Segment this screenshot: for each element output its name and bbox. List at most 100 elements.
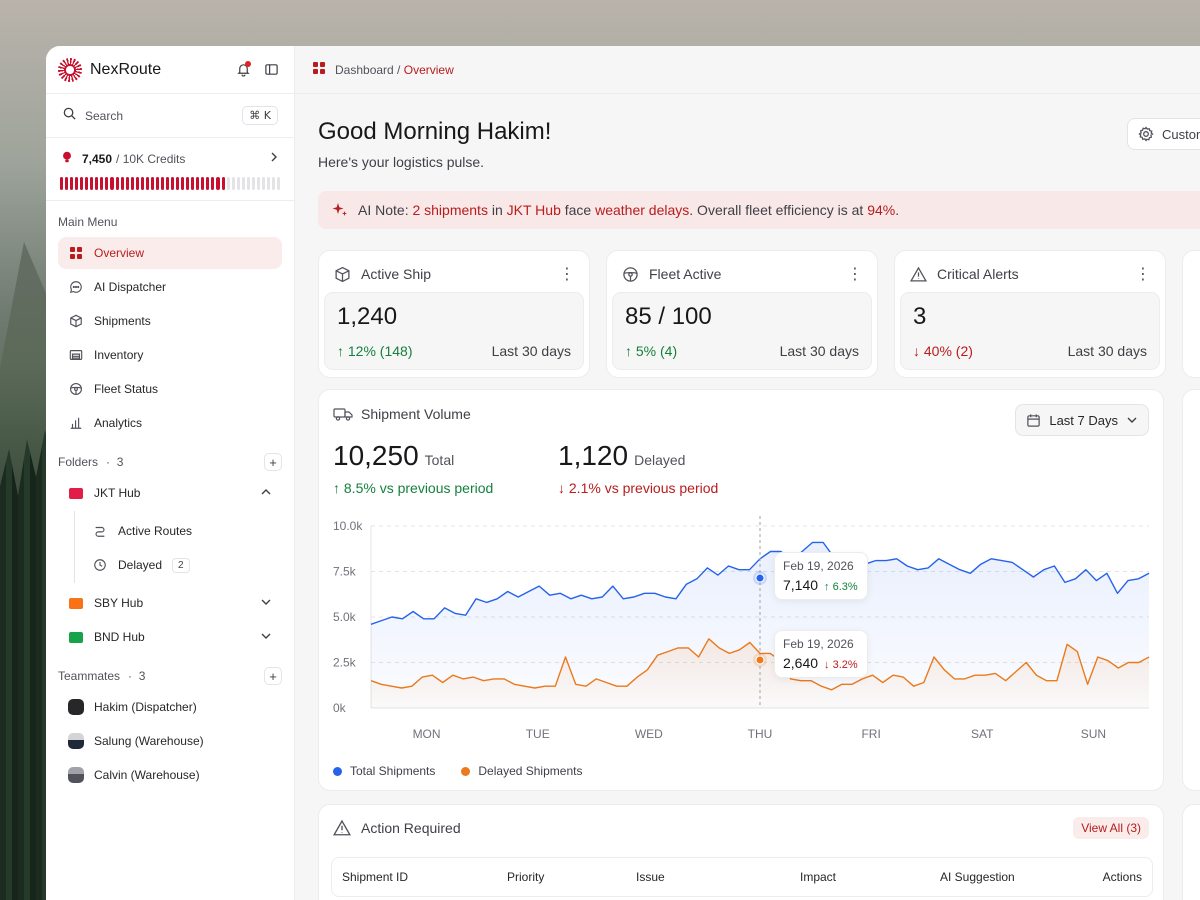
shipment-volume-chart[interactable]: 10.0k 7.5k 5.0k 2.5k 0k MON TUE WED THU FRI SAT SUN bbox=[319, 510, 1165, 760]
chat-icon bbox=[68, 279, 84, 295]
legend-item-delayed[interactable]: Delayed Shipments bbox=[461, 764, 582, 778]
search-icon bbox=[62, 106, 77, 126]
more-vertical-icon[interactable]: ⋮ bbox=[559, 264, 575, 284]
credit-segment bbox=[271, 177, 276, 190]
bell-icon[interactable] bbox=[232, 59, 254, 81]
breadcrumb: Dashboard / Overview bbox=[335, 62, 454, 77]
nav-label: Fleet Status bbox=[94, 382, 159, 396]
y-tick-label: 0k bbox=[333, 701, 347, 715]
credit-segment bbox=[261, 177, 265, 190]
warning-icon bbox=[333, 819, 351, 837]
search-shortcut: ⌘ K bbox=[242, 106, 278, 125]
folder-icon bbox=[68, 595, 84, 611]
chevron-up-icon[interactable] bbox=[260, 486, 272, 501]
chevron-down-icon[interactable] bbox=[260, 630, 272, 645]
y-tick-label: 2.5k bbox=[333, 656, 357, 670]
column-header[interactable]: Shipment ID bbox=[342, 870, 408, 884]
x-tick-label: MON bbox=[413, 727, 441, 741]
teammate-salung[interactable]: Salung (Warehouse) bbox=[58, 725, 282, 757]
teammate-calvin[interactable]: Calvin (Warehouse) bbox=[58, 759, 282, 791]
nav-item-ai-dispatcher[interactable]: AI Dispatcher bbox=[58, 271, 282, 303]
avatar bbox=[68, 733, 84, 749]
credit-segment bbox=[196, 177, 200, 190]
customize-button[interactable]: Custom bbox=[1127, 118, 1200, 150]
stat-value: 1,240 bbox=[337, 303, 398, 330]
folder-jkt-hub[interactable]: JKT Hub bbox=[58, 477, 282, 509]
nav-item-overview[interactable]: Overview bbox=[58, 237, 282, 269]
subitem-active-routes[interactable]: Active Routes bbox=[82, 515, 282, 547]
subitem-delayed[interactable]: Delayed 2 bbox=[82, 549, 282, 581]
nav-item-fleet-status[interactable]: Fleet Status bbox=[58, 373, 282, 405]
chevron-down-icon bbox=[1126, 414, 1138, 426]
clock-icon bbox=[92, 557, 108, 573]
kpi-delayed: 1,120 Delayed ↓ 2.1% vs previous period bbox=[558, 440, 718, 496]
credit-segment bbox=[181, 177, 185, 190]
date-range-label: Last 7 Days bbox=[1049, 412, 1118, 428]
x-tick-label: SAT bbox=[971, 727, 994, 741]
folder-sby-hub[interactable]: SBY Hub bbox=[58, 587, 282, 619]
credit-segment bbox=[191, 177, 195, 190]
credits-panel[interactable]: 7,450 / 10K Credits bbox=[46, 138, 294, 201]
grid-icon bbox=[68, 245, 84, 261]
credit-segment bbox=[206, 177, 210, 190]
add-folder-button[interactable]: + bbox=[264, 453, 282, 471]
table-header: Shipment ID Priority Issue Impact AI Sug… bbox=[331, 857, 1153, 897]
notification-dot bbox=[245, 60, 251, 67]
credit-segment bbox=[266, 177, 270, 190]
column-header[interactable]: Priority bbox=[507, 870, 544, 884]
credit-segment bbox=[95, 177, 99, 190]
chevron-right-icon bbox=[268, 151, 280, 166]
nav-label: Analytics bbox=[94, 416, 143, 430]
kpi-delayed-value: 1,120 bbox=[558, 440, 629, 471]
highlight-point-total bbox=[755, 573, 765, 583]
page-title: Good Morning Hakim! bbox=[318, 118, 552, 145]
ai-note-text: AI Note: 2 shipments in JKT Hub face wea… bbox=[358, 202, 900, 218]
credit-segment bbox=[150, 177, 154, 190]
grid-icon bbox=[313, 61, 325, 79]
teammates-header: Teammates · 3 + bbox=[46, 665, 294, 687]
column-header[interactable]: AI Suggestion bbox=[940, 870, 1015, 884]
folder-bnd-hub[interactable]: BND Hub bbox=[58, 621, 282, 653]
date-range-select[interactable]: Last 7 Days bbox=[1015, 404, 1149, 436]
credit-segment bbox=[90, 177, 94, 190]
column-header[interactable]: Impact bbox=[800, 870, 836, 884]
column-header[interactable]: Issue bbox=[636, 870, 665, 884]
stat-delta: ↓ 40% (2) bbox=[913, 343, 973, 359]
add-teammate-button[interactable]: + bbox=[264, 667, 282, 685]
stat-label: Active Ship bbox=[361, 266, 432, 282]
credit-segment bbox=[277, 177, 281, 190]
action-required-card: Action Required View All (3) Shipment ID… bbox=[318, 804, 1164, 900]
nav-item-inventory[interactable]: Inventory bbox=[58, 339, 282, 371]
teammates-title: Teammates bbox=[58, 669, 121, 683]
legend-item-total[interactable]: Total Shipments bbox=[333, 764, 435, 778]
column-header[interactable]: Actions bbox=[1103, 870, 1142, 884]
chevron-down-icon[interactable] bbox=[260, 596, 272, 611]
credit-segment bbox=[186, 177, 190, 190]
kpi-total-label: Total bbox=[424, 452, 455, 468]
box-icon bbox=[334, 266, 351, 283]
folder-icon bbox=[68, 485, 84, 501]
kpi-total-change: ↑ 8.5% vs previous period bbox=[333, 480, 494, 496]
teammate-hakim[interactable]: Hakim (Dispatcher) bbox=[58, 691, 282, 723]
more-vertical-icon[interactable]: ⋮ bbox=[1135, 264, 1151, 284]
credit-segment bbox=[176, 177, 180, 190]
folder-label: BND Hub bbox=[94, 630, 145, 644]
view-all-button[interactable]: View All (3) bbox=[1073, 817, 1149, 839]
more-vertical-icon[interactable]: ⋮ bbox=[847, 264, 863, 284]
jkt-hub-subitems: Active Routes Delayed 2 bbox=[46, 511, 294, 583]
nav-item-shipments[interactable]: Shipments bbox=[58, 305, 282, 337]
gear-icon bbox=[1138, 126, 1154, 142]
credit-segment bbox=[246, 177, 250, 190]
sidebar-toggle-icon[interactable] bbox=[260, 59, 282, 81]
stat-value: 85 / 100 bbox=[625, 303, 712, 330]
breadcrumb-root[interactable]: Dashboard bbox=[335, 63, 394, 77]
app-window: NexRoute Search ⌘ K 7,450 / 10K Credits … bbox=[46, 46, 1200, 900]
customize-label: Custom bbox=[1162, 126, 1200, 142]
credit-segment bbox=[236, 177, 240, 190]
search-bar[interactable]: Search ⌘ K bbox=[46, 94, 294, 138]
credit-segment bbox=[145, 177, 149, 190]
credits-total: / 10K Credits bbox=[116, 151, 186, 166]
nav-item-analytics[interactable]: Analytics bbox=[58, 407, 282, 439]
credit-segment bbox=[125, 177, 129, 190]
credit-segment bbox=[85, 177, 89, 190]
